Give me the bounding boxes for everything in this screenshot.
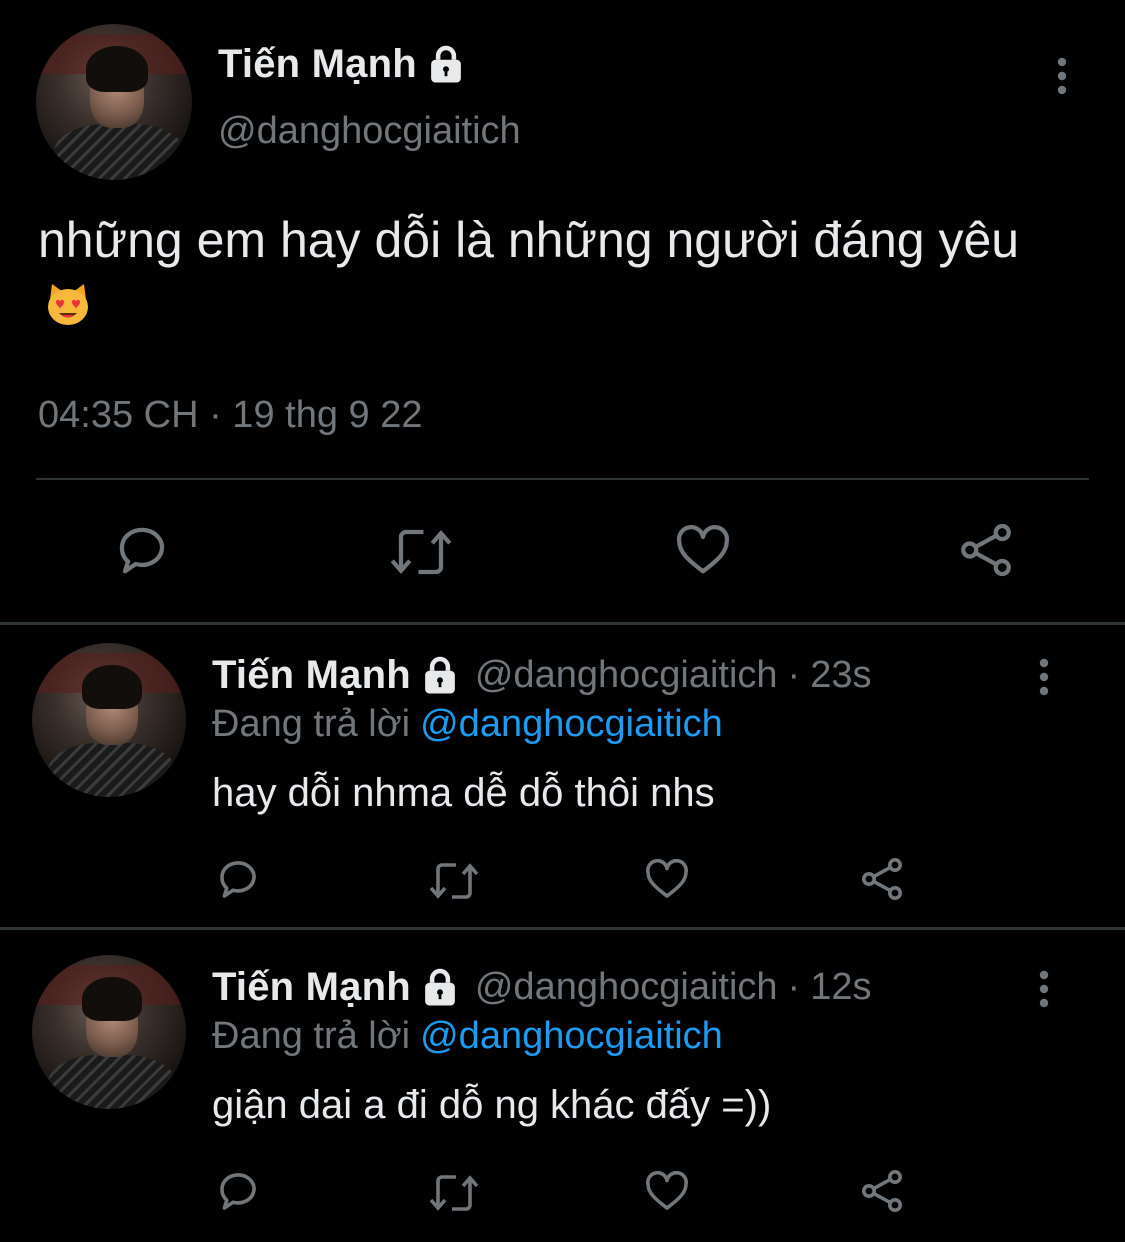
reply-icon[interactable] xyxy=(112,520,172,580)
main-tweet: Tiến Mạnh @danghocgiaitich những em hay … xyxy=(0,0,1125,622)
author-display-name[interactable]: Tiến Mạnh xyxy=(212,653,411,698)
reply-tweet[interactable]: Tiến Mạnh @danghocgiaitich · 23s Đang tr… xyxy=(0,625,1125,931)
avatar[interactable] xyxy=(32,955,186,1109)
reply-tweet[interactable]: Tiến Mạnh @danghocgiaitich · 12s Đang tr… xyxy=(0,937,1125,1242)
avatar[interactable] xyxy=(36,24,192,180)
retweet-icon[interactable] xyxy=(426,857,482,905)
replying-to: Đang trả lời @danghocgiaitich xyxy=(212,703,723,746)
reply-text: giận dai a đi dỗ ng khác đấy =)) xyxy=(212,1083,772,1127)
reply-icon[interactable] xyxy=(214,1167,262,1215)
author-handle[interactable]: @danghocgiaitich xyxy=(475,966,778,1009)
author-handle[interactable]: @danghocgiaitich xyxy=(475,654,778,697)
replying-to-label: Đang trả lời xyxy=(212,703,411,745)
replying-to-label: Đang trả lời xyxy=(212,1015,411,1057)
separator-dot: · xyxy=(787,654,801,696)
lock-icon xyxy=(419,655,461,697)
retweet-icon[interactable] xyxy=(426,1169,482,1217)
reply-text: hay dỗi nhma dễ dỗ thôi nhs xyxy=(212,771,715,815)
reply-time[interactable]: 12s xyxy=(810,966,871,1009)
tweet-text: những em hay dỗi là những người đáng yêu xyxy=(38,204,1078,348)
author-display-name[interactable]: Tiến Mạnh xyxy=(218,42,417,87)
share-icon[interactable] xyxy=(956,520,1016,580)
lock-icon xyxy=(425,44,467,86)
reply-time[interactable]: 23s xyxy=(810,654,871,697)
replying-to: Đang trả lời @danghocgiaitich xyxy=(212,1015,723,1058)
more-icon[interactable] xyxy=(1028,967,1060,1011)
separator-dot: · xyxy=(787,966,801,1008)
author-handle[interactable]: @danghocgiaitich xyxy=(218,110,521,153)
share-icon[interactable] xyxy=(858,855,906,903)
tweet-timestamp[interactable]: 04:35 CH · 19 thg 9 22 xyxy=(38,394,422,437)
tweet-text-content: những em hay dỗi là những người đáng yêu xyxy=(38,212,1020,268)
reply-header: Tiến Mạnh @danghocgiaitich · 12s xyxy=(212,965,871,1010)
like-icon[interactable] xyxy=(642,855,692,903)
smiling-cat-heart-eyes-icon xyxy=(44,275,92,347)
reply-icon[interactable] xyxy=(214,855,262,903)
divider xyxy=(0,927,1125,930)
author-display-name[interactable]: Tiến Mạnh xyxy=(212,965,411,1010)
retweet-icon[interactable] xyxy=(386,522,456,582)
tweet-thread-screen: Tiến Mạnh @danghocgiaitich những em hay … xyxy=(0,0,1125,1242)
lock-icon xyxy=(419,967,461,1009)
reply-header: Tiến Mạnh @danghocgiaitich · 23s xyxy=(212,653,871,698)
share-icon[interactable] xyxy=(858,1167,906,1215)
like-icon[interactable] xyxy=(672,520,734,580)
more-icon[interactable] xyxy=(1028,655,1060,699)
avatar[interactable] xyxy=(32,643,186,797)
divider xyxy=(36,478,1089,480)
replying-to-mention[interactable]: @danghocgiaitich xyxy=(420,703,723,745)
replying-to-mention[interactable]: @danghocgiaitich xyxy=(420,1015,723,1057)
more-icon[interactable] xyxy=(1046,54,1078,98)
like-icon[interactable] xyxy=(642,1167,692,1215)
author-name-row[interactable]: Tiến Mạnh xyxy=(218,42,467,87)
